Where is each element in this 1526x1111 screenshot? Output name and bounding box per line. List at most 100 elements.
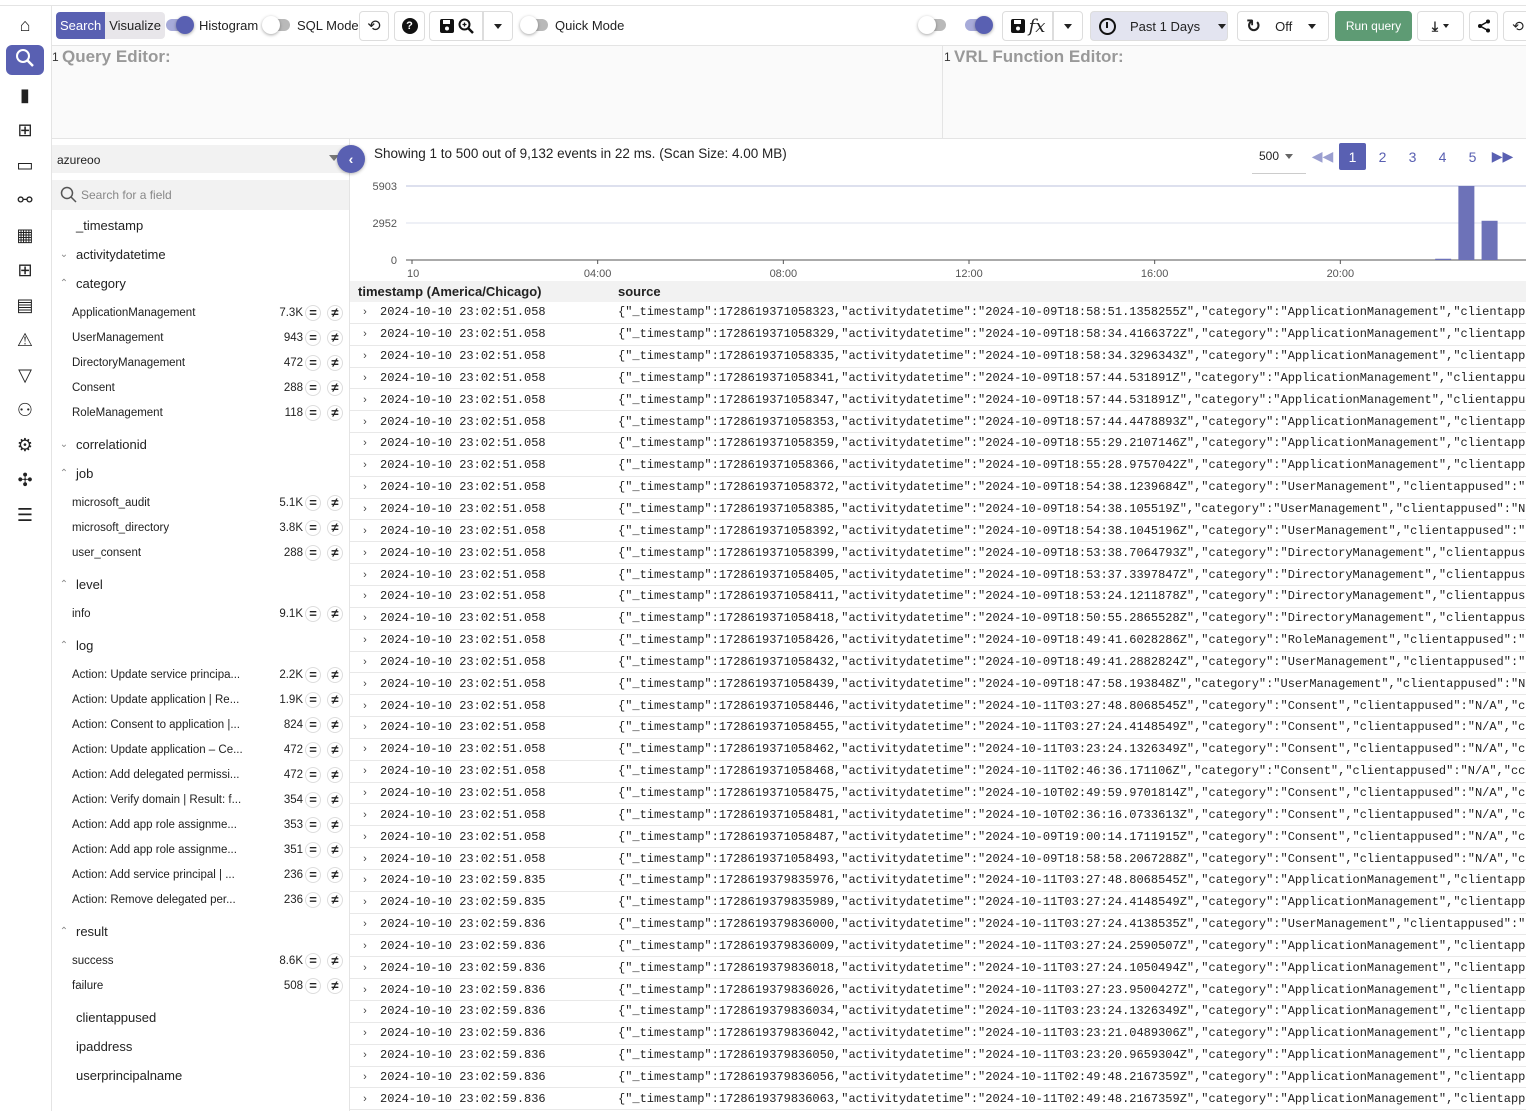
table-row[interactable]: › 2024-10-10 23:02:51.058 {"_timestamp":17… <box>350 564 1526 586</box>
field-value-row[interactable]: Action: Add app role assignme... 353 = ≠ <box>52 812 349 837</box>
sql-mode-toggle[interactable] <box>262 16 290 34</box>
wrap-toggle[interactable] <box>918 16 946 34</box>
exclude-not-equals-icon[interactable]: ≠ <box>327 841 343 858</box>
reset-button[interactable]: ⟲ <box>359 11 389 41</box>
include-equals-icon[interactable]: = <box>305 666 321 683</box>
field-value-row[interactable]: DirectoryManagement 472 = ≠ <box>52 350 349 375</box>
stream-select[interactable]: azureoo <box>52 145 349 173</box>
field-value-row[interactable]: Action: Update application – Ce... 472 = ≠ <box>52 737 349 762</box>
exclude-not-equals-icon[interactable]: ≠ <box>327 691 343 708</box>
include-equals-icon[interactable]: = <box>305 379 321 396</box>
expand-row-icon[interactable]: › <box>350 525 380 537</box>
expand-row-icon[interactable]: › <box>350 503 380 515</box>
sidebar-item-metrics[interactable]: ▮ <box>6 80 44 110</box>
include-equals-icon[interactable]: = <box>305 841 321 858</box>
share-button[interactable] <box>1469 11 1498 41</box>
table-row[interactable]: › 2024-10-10 23:02:51.058 {"_timestamp":17… <box>350 717 1526 739</box>
include-equals-icon[interactable]: = <box>305 891 321 908</box>
include-equals-icon[interactable]: = <box>305 404 321 421</box>
include-equals-icon[interactable]: = <box>305 494 321 511</box>
column-header-source[interactable]: source <box>618 284 661 299</box>
table-row[interactable]: › 2024-10-10 23:02:59.836 {"_timestamp":17… <box>350 1045 1526 1067</box>
table-row[interactable]: › 2024-10-10 23:02:59.835 {"_timestamp":17… <box>350 892 1526 914</box>
exclude-not-equals-icon[interactable]: ≠ <box>327 519 343 536</box>
table-row[interactable]: › 2024-10-10 23:02:51.058 {"_timestamp":17… <box>350 586 1526 608</box>
exclude-not-equals-icon[interactable]: ≠ <box>327 716 343 733</box>
expand-row-icon[interactable]: › <box>350 590 380 602</box>
sidebar-item-functions[interactable]: ▽ <box>6 360 44 390</box>
field-job[interactable]: ⌃ job <box>52 459 349 488</box>
include-equals-icon[interactable]: = <box>305 816 321 833</box>
expand-row-icon[interactable]: › <box>350 809 380 821</box>
field-value-row[interactable]: Action: Add app role assignme... 351 = ≠ <box>52 837 349 862</box>
function-editor-toggle[interactable] <box>965 16 993 34</box>
expand-row-icon[interactable]: › <box>350 896 380 908</box>
table-row[interactable]: › 2024-10-10 23:02:51.058 {"_timestamp":17… <box>350 630 1526 652</box>
expand-row-icon[interactable]: › <box>350 656 380 668</box>
exclude-not-equals-icon[interactable]: ≠ <box>327 605 343 622</box>
field-clientappused[interactable]: clientappused <box>52 1003 349 1032</box>
table-row[interactable]: › 2024-10-10 23:02:51.058 {"_timestamp":17… <box>350 368 1526 390</box>
expand-row-icon[interactable]: › <box>350 831 380 843</box>
exclude-not-equals-icon[interactable]: ≠ <box>327 494 343 511</box>
include-equals-icon[interactable]: = <box>305 605 321 622</box>
sidebar-item-settings[interactable]: ⚙ <box>6 430 44 460</box>
sidebar-item-iam[interactable]: ⚇ <box>6 395 44 425</box>
expand-row-icon[interactable]: › <box>350 437 380 449</box>
expand-row-icon[interactable]: › <box>350 569 380 581</box>
table-row[interactable]: › 2024-10-10 23:02:59.836 {"_timestamp":17… <box>350 1001 1526 1023</box>
table-row[interactable]: › 2024-10-10 23:02:51.058 {"_timestamp":17… <box>350 739 1526 761</box>
table-row[interactable]: › 2024-10-10 23:02:51.058 {"_timestamp":17… <box>350 520 1526 543</box>
sidebar-item-rum[interactable]: ▭ <box>6 150 44 180</box>
field-log[interactable]: ⌃ log <box>52 631 349 660</box>
expand-row-icon[interactable]: › <box>350 416 380 428</box>
expand-row-icon[interactable]: › <box>350 721 380 733</box>
expand-row-icon[interactable]: › <box>350 481 380 493</box>
field-category[interactable]: ⌃ category <box>52 269 349 298</box>
include-equals-icon[interactable]: = <box>305 354 321 371</box>
include-equals-icon[interactable]: = <box>305 791 321 808</box>
sidebar-item-reports[interactable]: ▤ <box>6 290 44 320</box>
table-row[interactable]: › 2024-10-10 23:02:59.836 {"_timestamp":17… <box>350 914 1526 936</box>
field-activitydatetime[interactable]: ⌄ activitydatetime <box>52 240 349 269</box>
expand-row-icon[interactable]: › <box>350 328 380 340</box>
table-row[interactable]: › 2024-10-10 23:02:51.058 {"_timestamp":17… <box>350 455 1526 477</box>
table-row[interactable]: › 2024-10-10 23:02:51.058 {"_timestamp":17… <box>350 761 1526 783</box>
table-row[interactable]: › 2024-10-10 23:02:59.836 {"_timestamp":17… <box>350 979 1526 1001</box>
exclude-not-equals-icon[interactable]: ≠ <box>327 404 343 421</box>
sidebar-item-alerts[interactable]: ⚠ <box>6 325 44 355</box>
include-equals-icon[interactable]: = <box>305 766 321 783</box>
quick-mode-toggle[interactable] <box>520 16 548 34</box>
page-1-button[interactable]: 1 <box>1339 143 1366 170</box>
sidebar-item-traces[interactable]: ⊞ <box>6 115 44 145</box>
field-level[interactable]: ⌃ level <box>52 570 349 599</box>
table-row[interactable]: › 2024-10-10 23:02:51.058 {"_timestamp":17… <box>350 783 1526 805</box>
last-page-button[interactable]: ▶▶ <box>1489 143 1516 170</box>
exclude-not-equals-icon[interactable]: ≠ <box>327 952 343 969</box>
exclude-not-equals-icon[interactable]: ≠ <box>327 666 343 683</box>
histogram-toggle[interactable] <box>166 16 194 34</box>
include-equals-icon[interactable]: = <box>305 977 321 994</box>
help-button[interactable]: ? <box>394 11 425 41</box>
field-value-row[interactable]: Action: Update service principa... 2.2K = ≠ <box>52 662 349 687</box>
table-row[interactable]: › 2024-10-10 23:02:51.058 {"_timestamp":17… <box>350 608 1526 630</box>
expand-row-icon[interactable]: › <box>350 1071 380 1083</box>
exclude-not-equals-icon[interactable]: ≠ <box>327 791 343 808</box>
sidebar-item-slack[interactable]: ✣ <box>6 465 44 495</box>
exclude-not-equals-icon[interactable]: ≠ <box>327 304 343 321</box>
expand-row-icon[interactable]: › <box>350 765 380 777</box>
field-correlationid[interactable]: ⌄ correlationid <box>52 430 349 459</box>
field-value-row[interactable]: ApplicationManagement 7.3K = ≠ <box>52 300 349 325</box>
field-value-row[interactable]: failure 508 = ≠ <box>52 973 349 998</box>
exclude-not-equals-icon[interactable]: ≠ <box>327 354 343 371</box>
function-dropdown[interactable] <box>1053 11 1083 41</box>
expand-row-icon[interactable]: › <box>350 1049 380 1061</box>
include-equals-icon[interactable]: = <box>305 544 321 561</box>
field-value-row[interactable]: Action: Consent to application |... 824 = ≠ <box>52 712 349 737</box>
field-_timestamp[interactable]: _timestamp <box>52 211 349 240</box>
visualize-tab[interactable]: Visualize <box>105 12 165 39</box>
expand-row-icon[interactable]: › <box>350 962 380 974</box>
field-value-row[interactable]: Action: Add service principal | ... 236 = ≠ <box>52 862 349 887</box>
include-equals-icon[interactable]: = <box>305 741 321 758</box>
table-row[interactable]: › 2024-10-10 23:02:51.058 {"_timestamp":17… <box>350 324 1526 346</box>
